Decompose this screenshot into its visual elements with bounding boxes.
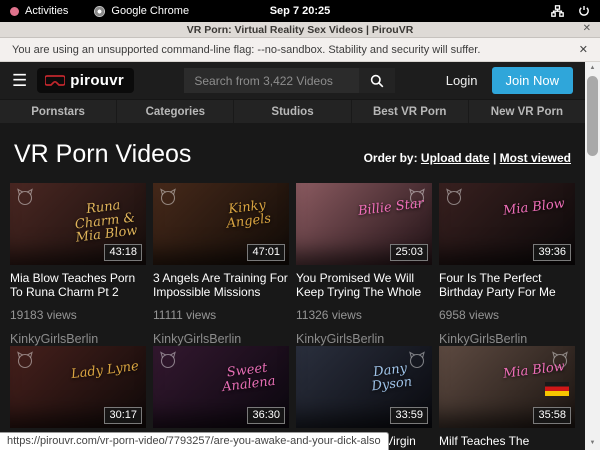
duration-badge: 47:01	[247, 244, 285, 261]
order-upload-date-link[interactable]: Upload date	[421, 151, 490, 165]
video-views: 6958 views	[439, 308, 575, 322]
search-input[interactable]	[184, 68, 359, 93]
studio-watermark-icon	[444, 187, 464, 207]
video-studio-link[interactable]: KinkyGirlsBerlin	[439, 332, 575, 346]
scroll-down-icon[interactable]: ▼	[590, 437, 596, 450]
duration-badge: 30:17	[104, 407, 142, 424]
search-box	[184, 68, 395, 93]
video-studio-link[interactable]: KinkyGirlsBerlin	[296, 332, 432, 346]
warning-infobar: You are using an unsupported command-lin…	[0, 38, 600, 62]
video-views: 11326 views	[296, 308, 432, 322]
login-link[interactable]: Login	[446, 73, 478, 88]
order-by: Order by: Upload date | Most viewed	[364, 151, 571, 169]
logo-text: pirouvr	[70, 72, 124, 89]
video-thumbnail[interactable]: Runa Charm & Mia Blow 43:18	[10, 183, 146, 265]
thumbnail-overlay-name: Kinky Angels	[211, 197, 286, 233]
page-title: VR Porn Videos	[14, 140, 191, 169]
video-grid: Runa Charm & Mia Blow 43:18 Mia Blow Tea…	[0, 169, 585, 450]
thumbnail-overlay-name: Lady Lyne	[68, 360, 141, 382]
video-thumbnail[interactable]: Mia Blow 39:36	[439, 183, 575, 265]
video-card: Mia Blow 35:58 Milf Teaches The Teacher …	[439, 346, 575, 450]
page-heading-row: VR Porn Videos Order by: Upload date | M…	[0, 123, 585, 169]
activities-label: Activities	[25, 5, 68, 17]
video-title[interactable]: 3 Angels Are Training For Impossible Mis…	[153, 271, 289, 300]
scrollbar-thumb[interactable]	[587, 76, 598, 156]
duration-badge: 35:58	[533, 407, 571, 424]
activities-button[interactable]: Activities	[10, 5, 68, 17]
nav-item-new-vr-porn[interactable]: New VR Porn	[468, 100, 585, 123]
video-meta: Four Is The Perfect Birthday Party For M…	[439, 265, 575, 346]
order-by-label: Order by:	[364, 151, 418, 165]
vr-goggles-icon	[45, 75, 65, 87]
studio-watermark-icon	[550, 350, 570, 370]
duration-badge: 36:30	[247, 407, 285, 424]
video-meta: Milf Teaches The Teacher Some Practical …	[439, 428, 575, 450]
order-separator: |	[493, 151, 496, 165]
studio-watermark-icon	[158, 187, 178, 207]
video-views: 19183 views	[10, 308, 146, 322]
video-meta: Mia Blow Teaches Porn To Runa Charm Pt 2…	[10, 265, 146, 346]
thumbnail-overlay-name: Mia Blow	[497, 197, 570, 219]
scrollbar[interactable]: ▲ ▼	[585, 62, 600, 450]
chrome-icon	[94, 6, 105, 17]
video-thumbnail[interactable]: Sweet Analena 36:30	[153, 346, 289, 428]
active-app-label: Google Chrome	[111, 5, 189, 17]
duration-badge: 43:18	[104, 244, 142, 261]
main-nav: Pornstars Categories Studios Best VR Por…	[0, 99, 585, 123]
thumbnail-overlay-name: Runa Charm & Mia Blow	[67, 197, 143, 246]
studio-watermark-icon	[158, 350, 178, 370]
video-title[interactable]: Mia Blow Teaches Porn To Runa Charm Pt 2	[10, 271, 146, 300]
video-thumbnail[interactable]: Billie Star 25:03	[296, 183, 432, 265]
status-bar-url: https://pirouvr.com/vr-porn-video/779325…	[0, 432, 389, 450]
studio-watermark-icon	[407, 187, 427, 207]
recording-indicator-dot	[10, 7, 19, 16]
browser-viewport: ☰ pirouvr Login Join Now Pornstars Cat	[0, 62, 600, 450]
network-icon[interactable]	[551, 5, 564, 17]
nav-item-categories[interactable]: Categories	[116, 100, 233, 123]
nav-item-pornstars[interactable]: Pornstars	[0, 100, 116, 123]
video-title[interactable]: Four Is The Perfect Birthday Party For M…	[439, 271, 575, 300]
duration-badge: 39:36	[533, 244, 571, 261]
german-flag-icon	[545, 382, 569, 396]
menu-icon[interactable]: ☰	[12, 72, 27, 89]
tab-close-icon[interactable]: ✕	[583, 23, 591, 34]
thumbnail-overlay-name: Sweet Analena	[211, 360, 286, 396]
active-app-button[interactable]: Google Chrome	[94, 5, 189, 17]
video-studio-link[interactable]: KinkyGirlsBerlin	[10, 332, 146, 346]
video-thumbnail[interactable]: Dany Dyson 33:59	[296, 346, 432, 428]
power-icon[interactable]	[578, 5, 590, 17]
studio-watermark-icon	[15, 350, 35, 370]
site-logo[interactable]: pirouvr	[37, 68, 134, 93]
video-card: Kinky Angels 47:01 3 Angels Are Training…	[153, 183, 289, 346]
browser-tab-bar: VR Porn: Virtual Reality Sex Videos | Pi…	[0, 22, 600, 38]
duration-badge: 25:03	[390, 244, 428, 261]
video-views: 11111 views	[153, 308, 289, 322]
warning-close-icon[interactable]: ✕	[579, 43, 588, 56]
video-meta: You Promised We Will Keep Trying The Who…	[296, 265, 432, 346]
video-title[interactable]: You Promised We Will Keep Trying The Who…	[296, 271, 432, 300]
system-top-bar: Activities Google Chrome Sep 7 20:25	[0, 0, 600, 22]
site-header: ☰ pirouvr Login Join Now	[0, 62, 585, 99]
studio-watermark-icon	[15, 187, 35, 207]
video-card: Mia Blow 39:36 Four Is The Perfect Birth…	[439, 183, 575, 346]
video-meta: 3 Angels Are Training For Impossible Mis…	[153, 265, 289, 346]
search-button[interactable]	[359, 68, 395, 93]
warning-text: You are using an unsupported command-lin…	[12, 44, 480, 56]
tab-title: VR Porn: Virtual Reality Sex Videos | Pi…	[187, 24, 414, 36]
search-icon	[370, 74, 384, 88]
video-thumbnail[interactable]: Mia Blow 35:58	[439, 346, 575, 428]
scroll-up-icon[interactable]: ▲	[590, 62, 596, 75]
video-title[interactable]: Milf Teaches The Teacher Some Practical …	[439, 434, 575, 450]
video-card: Billie Star 25:03 You Promised We Will K…	[296, 183, 432, 346]
duration-badge: 33:59	[390, 407, 428, 424]
video-card: Runa Charm & Mia Blow 43:18 Mia Blow Tea…	[10, 183, 146, 346]
studio-watermark-icon	[407, 350, 427, 370]
join-now-button[interactable]: Join Now	[492, 67, 573, 94]
nav-item-best-vr-porn[interactable]: Best VR Porn	[351, 100, 468, 123]
nav-item-studios[interactable]: Studios	[233, 100, 350, 123]
video-studio-link[interactable]: KinkyGirlsBerlin	[153, 332, 289, 346]
video-thumbnail[interactable]: Kinky Angels 47:01	[153, 183, 289, 265]
video-thumbnail[interactable]: Lady Lyne 30:17	[10, 346, 146, 428]
order-most-viewed-link[interactable]: Most viewed	[500, 151, 571, 165]
